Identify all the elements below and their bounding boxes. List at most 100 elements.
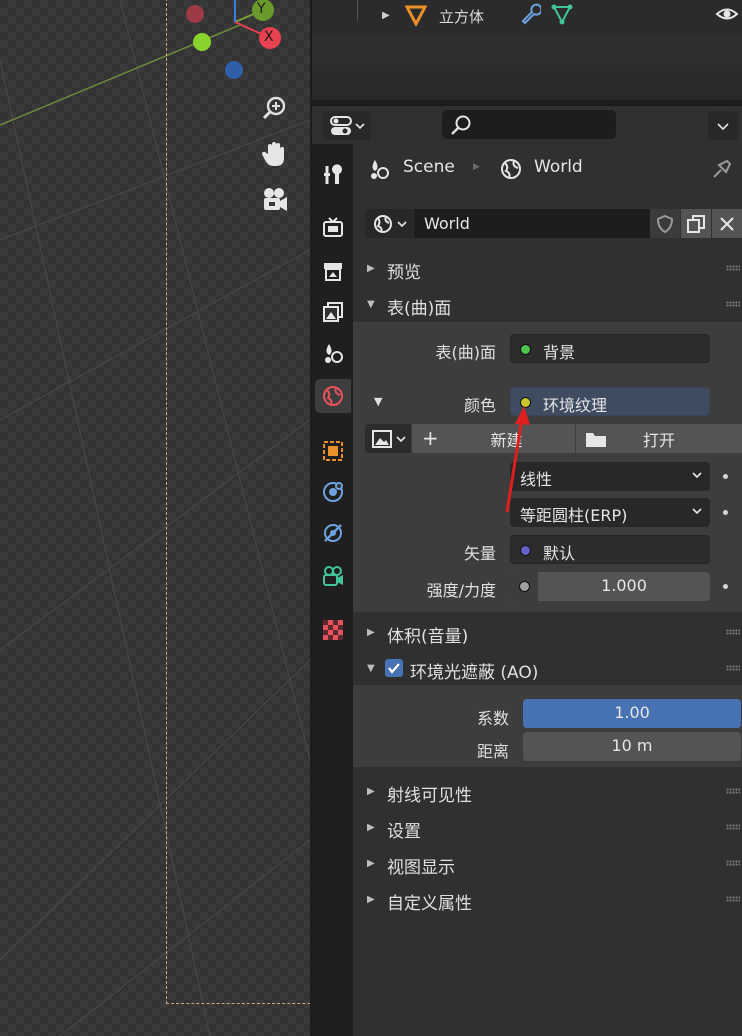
- outliner-row-cube[interactable]: ▶ 立方体: [312, 0, 742, 34]
- drag-grip-icon[interactable]: [726, 301, 740, 307]
- strength-slider[interactable]: 1.000: [510, 572, 710, 601]
- drag-grip-icon[interactable]: [726, 824, 740, 830]
- outliner-empty-row: [312, 65, 742, 96]
- outliner-object-label: 立方体: [439, 8, 485, 26]
- tab-scene[interactable]: [315, 336, 351, 370]
- expanded-arrow-icon: ▼: [367, 663, 375, 674]
- tab-tool[interactable]: [315, 158, 351, 192]
- expand-arrow-icon[interactable]: ▶: [382, 10, 390, 21]
- image-browse-dropdown[interactable]: [365, 424, 411, 453]
- shield-icon: [656, 214, 674, 233]
- collapsed-arrow-icon: ▶: [367, 894, 375, 905]
- breadcrumb-scene[interactable]: Scene: [403, 157, 455, 177]
- ao-body: 系数 1.00 距离 10 m: [353, 685, 742, 767]
- visibility-eye-icon[interactable]: [715, 5, 739, 23]
- duplicate-world-button[interactable]: [681, 209, 711, 238]
- tab-render[interactable]: [315, 210, 351, 244]
- texture-checker-icon: [323, 620, 343, 640]
- tab-world[interactable]: [315, 379, 351, 413]
- ao-distance-slider[interactable]: 10 m: [523, 732, 741, 761]
- pin-icon[interactable]: [710, 155, 736, 181]
- keyframe-dot-icon[interactable]: [723, 510, 728, 515]
- collapsed-arrow-icon: ▶: [367, 822, 375, 833]
- properties-editor-icon: [330, 115, 352, 135]
- modifier-wrench-icon[interactable]: [519, 3, 541, 25]
- keyframe-dot-icon[interactable]: [723, 474, 728, 479]
- world-properties-panel: Scene ▶ World World ▶ 预览 ▼ 表(曲)面 表(曲)面 背…: [353, 144, 742, 1036]
- vector-input-field[interactable]: 默认: [510, 535, 710, 564]
- surface-shader-label: 表(曲)面: [435, 343, 497, 362]
- vector-socket-icon: [520, 545, 531, 556]
- drag-grip-icon[interactable]: [726, 265, 740, 271]
- image-icon: [371, 429, 392, 448]
- projection-select[interactable]: 等距圆柱(ERP): [510, 498, 710, 527]
- new-image-button[interactable]: + 新建: [412, 424, 575, 453]
- section-title: 设置: [387, 822, 421, 842]
- float-socket-icon: [519, 581, 530, 592]
- section-custom-properties[interactable]: ▶ 自定义属性: [353, 883, 742, 915]
- search-icon: [451, 115, 471, 135]
- section-ambient-occlusion[interactable]: ▼ 环境光遮蔽 (AO): [353, 652, 742, 684]
- tab-physics[interactable]: [315, 475, 351, 509]
- drag-grip-icon[interactable]: [726, 896, 740, 902]
- world-name-field[interactable]: World: [414, 209, 650, 238]
- tab-camera-data[interactable]: [315, 559, 351, 593]
- section-preview[interactable]: ▶ 预览: [353, 252, 742, 284]
- unlink-world-button[interactable]: [712, 209, 742, 238]
- drag-grip-icon[interactable]: [726, 860, 740, 866]
- ao-enable-checkbox[interactable]: [385, 659, 403, 677]
- section-volume[interactable]: ▶ 体积(音量): [353, 616, 742, 648]
- tree-line: [357, 0, 358, 21]
- keyframe-dot-icon[interactable]: [723, 584, 728, 589]
- gizmo-axis-y: Y: [257, 1, 266, 17]
- editor-type-dropdown[interactable]: [323, 111, 371, 140]
- folder-icon: [586, 433, 606, 447]
- drag-grip-icon[interactable]: [726, 665, 740, 671]
- section-title: 自定义属性: [387, 894, 472, 914]
- mesh-data-icon[interactable]: [550, 3, 574, 25]
- outliner-empty-row: [312, 34, 742, 65]
- 3d-viewport[interactable]: Y X: [0, 0, 310, 1036]
- open-image-button[interactable]: 打开: [576, 424, 742, 453]
- section-title: 体积(音量): [387, 627, 469, 647]
- properties-search-input[interactable]: [442, 110, 616, 139]
- surface-shader-field[interactable]: 背景: [510, 334, 710, 363]
- object-icon: [323, 441, 343, 461]
- section-viewport-display[interactable]: ▶ 视图显示: [353, 847, 742, 879]
- section-ray-visibility[interactable]: ▶ 射线可见性: [353, 775, 742, 807]
- tab-texture[interactable]: [315, 613, 351, 647]
- expanded-arrow-icon[interactable]: ▼: [374, 395, 382, 408]
- options-dropdown[interactable]: [708, 111, 738, 140]
- section-title: 表(曲)面: [387, 299, 452, 319]
- interpolation-select[interactable]: 线性: [510, 462, 710, 491]
- properties-tabs: [312, 144, 353, 1036]
- breadcrumb-world[interactable]: World: [534, 157, 583, 177]
- section-settings[interactable]: ▶ 设置: [353, 811, 742, 843]
- mesh-object-icon: [405, 5, 427, 26]
- camera-view-icon[interactable]: [258, 184, 290, 216]
- tab-view-layer[interactable]: [315, 295, 351, 329]
- drag-grip-icon[interactable]: [726, 788, 740, 794]
- strength-label: 强度/力度: [426, 581, 496, 600]
- section-surface[interactable]: ▼ 表(曲)面: [353, 288, 742, 320]
- properties-header: [312, 104, 742, 144]
- strength-value: 1.000: [601, 576, 647, 595]
- fake-user-button[interactable]: [650, 209, 680, 238]
- zoom-icon[interactable]: [258, 92, 290, 124]
- chevron-down-icon: [396, 220, 407, 227]
- scene-icon: [371, 160, 389, 179]
- plus-icon: +: [422, 426, 439, 450]
- tab-constraints[interactable]: [315, 516, 351, 550]
- world-browse-dropdown[interactable]: [365, 209, 413, 238]
- chevron-down-icon: [355, 122, 365, 129]
- tab-object[interactable]: [315, 434, 351, 468]
- chevron-down-icon: [692, 508, 702, 515]
- drag-grip-icon[interactable]: [726, 629, 740, 635]
- view-layer-icon: [323, 302, 343, 322]
- ao-factor-label: 系数: [476, 709, 509, 728]
- pan-hand-icon[interactable]: [258, 138, 290, 170]
- color-input-field[interactable]: 环境纹理: [510, 387, 710, 416]
- checkmark-icon: [388, 663, 400, 674]
- ao-factor-slider[interactable]: 1.00: [523, 699, 741, 728]
- tab-output[interactable]: [315, 254, 351, 288]
